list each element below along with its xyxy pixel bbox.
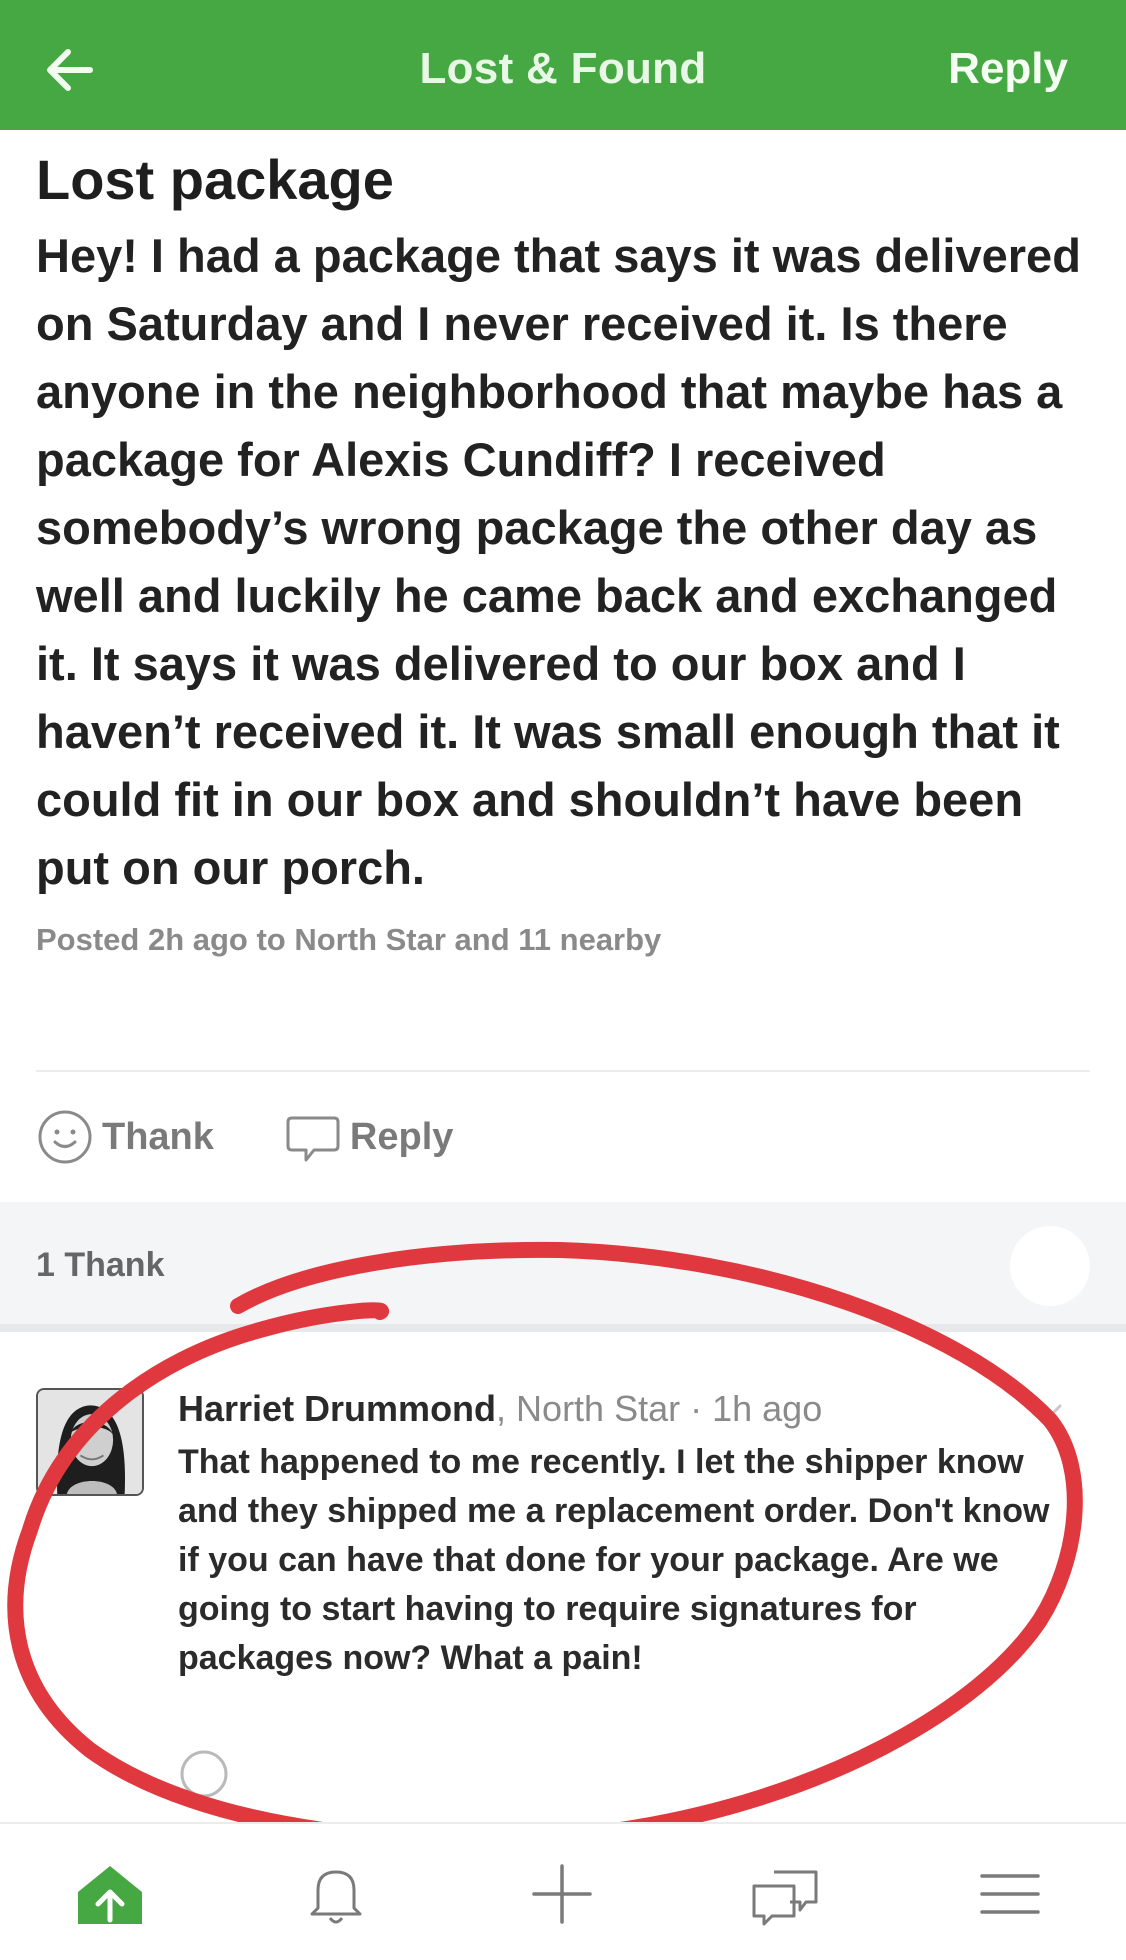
chat-icon (752, 1870, 818, 1926)
thanker-avatar[interactable] (1010, 1226, 1090, 1306)
smiley-icon[interactable] (178, 1748, 230, 1800)
reply-label: Reply (349, 1115, 454, 1158)
comment-header: Harriet Drummond, North Star · 1h ago (178, 1388, 1078, 1430)
top-app-bar: Lost & Found Reply (0, 0, 1126, 130)
smiley-icon (38, 1110, 92, 1164)
post-title: Lost package (36, 148, 394, 211)
nav-home[interactable] (70, 1854, 150, 1934)
comment-location-time: , North Star · 1h ago (496, 1388, 823, 1429)
reply-button[interactable]: Reply (284, 1108, 453, 1166)
avatar-photo (38, 1390, 142, 1494)
nav-menu[interactable] (970, 1854, 1050, 1934)
thank-button[interactable]: Thank (36, 1108, 214, 1166)
post-actions: Thank Reply (36, 1106, 523, 1168)
comment-content: Harriet Drummond, North Star · 1h ago Th… (178, 1388, 1078, 1683)
home-icon (78, 1866, 142, 1924)
nav-create[interactable] (522, 1854, 602, 1934)
bell-icon (310, 1870, 362, 1924)
comment-author[interactable]: Harriet Drummond (178, 1388, 496, 1429)
thanks-summary[interactable]: 1 Thank (0, 1202, 1126, 1332)
thanks-count: 1 Thank (36, 1246, 165, 1284)
comment-text: That happened to me recently. I let the … (178, 1443, 1050, 1677)
bottom-nav (0, 1822, 1126, 1960)
plus-icon (532, 1864, 592, 1924)
nav-messages[interactable] (746, 1854, 826, 1934)
thank-label: Thank (102, 1115, 214, 1158)
post: Lost package Hey! I had a package that s… (36, 148, 1096, 958)
chevron-down-icon[interactable] (1030, 1394, 1066, 1430)
post-body: Hey! I had a package that says it was de… (36, 229, 1081, 894)
header-reply-button[interactable]: Reply (948, 44, 1068, 94)
menu-icon (980, 1874, 1040, 1914)
divider (36, 1070, 1090, 1072)
avatar[interactable] (36, 1388, 144, 1496)
post-meta[interactable]: Posted 2h ago to North Star and 11 nearb… (36, 922, 1096, 958)
nav-notifications[interactable] (296, 1854, 376, 1934)
speech-bubble-icon (286, 1116, 340, 1162)
